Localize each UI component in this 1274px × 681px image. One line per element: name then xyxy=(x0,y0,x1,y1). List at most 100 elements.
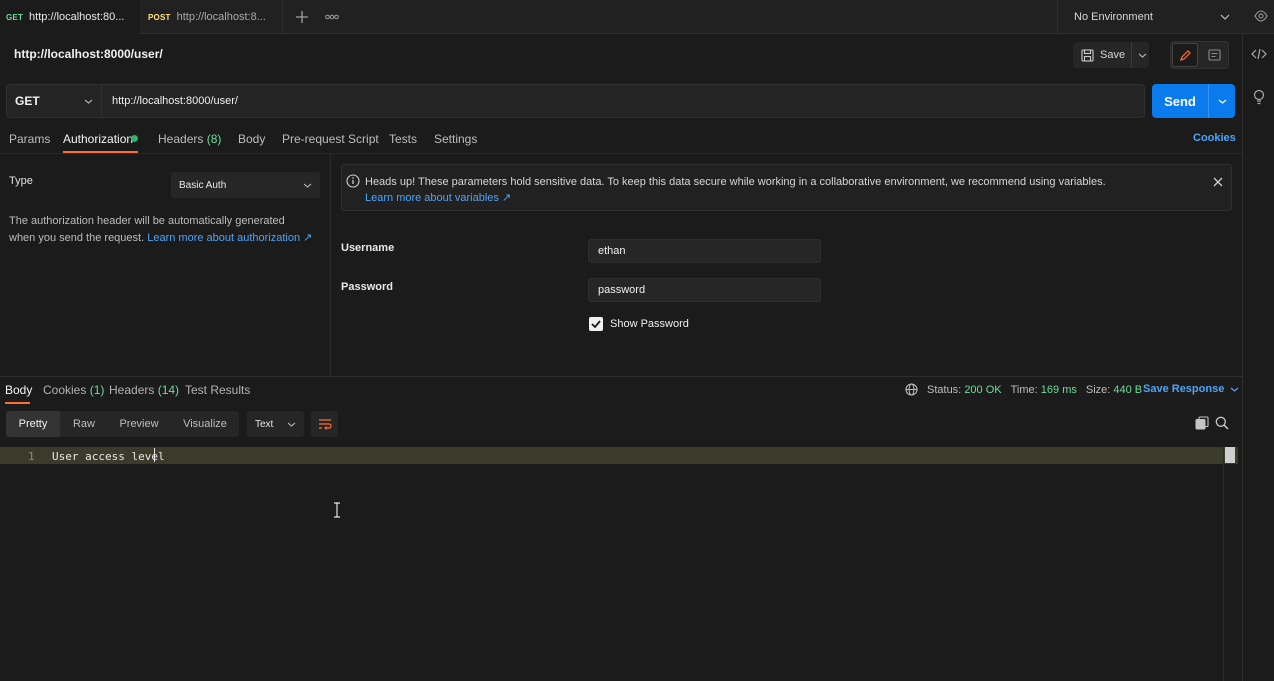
learn-more-authorization-link[interactable]: Learn more about authorization ↗ xyxy=(147,232,312,244)
time-label: Time: xyxy=(1010,383,1038,396)
save-options-chevron-icon[interactable] xyxy=(1131,42,1147,68)
show-password-toggle[interactable]: Show Password xyxy=(589,317,689,331)
documentation-mode-icon[interactable] xyxy=(1201,43,1227,67)
lightbulb-info-icon[interactable] xyxy=(1252,89,1266,105)
banner-text: Heads up! These parameters hold sensitiv… xyxy=(365,174,1106,206)
divider xyxy=(0,153,1242,154)
response-tab-cookies[interactable]: Cookies (1) xyxy=(43,383,104,397)
view-raw[interactable]: Raw xyxy=(62,411,106,437)
editor-current-line xyxy=(0,447,1238,464)
editor-scroll-track xyxy=(1223,447,1224,681)
response-headers-label: Headers xyxy=(109,383,155,397)
username-label: Username xyxy=(341,242,395,254)
search-icon[interactable] xyxy=(1215,416,1229,430)
send-label: Send xyxy=(1164,93,1196,109)
save-label: Save xyxy=(1100,49,1126,61)
response-divider xyxy=(0,376,1242,377)
tab-authorization[interactable]: Authorization xyxy=(63,132,133,146)
save-response-button[interactable]: Save Response xyxy=(1143,383,1239,395)
view-visualize[interactable]: Visualize xyxy=(172,411,238,437)
environment-label: No Environment xyxy=(1074,11,1153,23)
password-field[interactable]: password xyxy=(588,278,821,302)
view-preview[interactable]: Preview xyxy=(108,411,170,437)
size-value: 440 B xyxy=(1113,383,1143,396)
password-value: password xyxy=(598,284,646,296)
username-value: ethan xyxy=(598,245,626,257)
url-value: http://localhost:8000/user/ xyxy=(112,95,238,107)
line-number: 1 xyxy=(28,450,35,463)
method-value: GET xyxy=(15,94,40,108)
url-input[interactable]: http://localhost:8000/user/ xyxy=(101,84,1145,118)
username-field[interactable]: ethan xyxy=(588,239,821,263)
info-icon xyxy=(346,174,360,188)
wrap-lines-icon[interactable] xyxy=(311,411,338,437)
show-password-label: Show Password xyxy=(610,318,689,330)
sensitive-data-banner: Heads up! These parameters hold sensitiv… xyxy=(341,164,1232,211)
method-select[interactable]: GET xyxy=(6,84,102,118)
tab-tests[interactable]: Tests xyxy=(389,132,417,146)
text-caret xyxy=(154,448,155,462)
tab-prerequest-script[interactable]: Pre-request Script xyxy=(282,132,379,146)
tab-settings[interactable]: Settings xyxy=(434,132,477,146)
active-tab-underline xyxy=(5,402,30,404)
auth-description: The authorization header will be automat… xyxy=(9,213,314,247)
checkbox-checked-icon[interactable] xyxy=(589,317,603,331)
tab-headers-count: (8) xyxy=(206,132,222,146)
close-icon[interactable] xyxy=(1213,177,1223,187)
save-button[interactable]: Save xyxy=(1073,42,1149,68)
chevron-down-icon xyxy=(303,183,312,188)
response-tab-body[interactable]: Body xyxy=(5,383,32,397)
globe-icon[interactable] xyxy=(905,383,918,396)
view-pretty[interactable]: Pretty xyxy=(6,411,60,437)
chevron-down-icon xyxy=(1230,387,1239,392)
tab-method-badge: GET xyxy=(6,12,24,22)
format-value: Text xyxy=(255,418,274,430)
response-view-tabs: Pretty Raw Preview Visualize xyxy=(6,411,239,437)
editor-scrollbar-thumb[interactable] xyxy=(1225,447,1235,463)
size-info[interactable]: Size: 440 B xyxy=(1086,384,1142,396)
response-cookies-count: (1) xyxy=(89,383,105,397)
chevron-down-icon xyxy=(84,99,93,104)
environment-quick-look-eye-icon[interactable] xyxy=(1254,10,1268,22)
send-options-chevron-icon[interactable] xyxy=(1208,84,1235,118)
tab-title: http://localhost:80... xyxy=(29,11,125,23)
more-tabs-icon[interactable] xyxy=(325,11,339,23)
response-cookies-label: Cookies xyxy=(43,383,87,397)
copy-icon[interactable] xyxy=(1195,416,1209,430)
auth-type-select[interactable]: Basic Auth xyxy=(171,172,320,198)
right-sidebar xyxy=(1242,34,1274,681)
code-snippet-icon[interactable] xyxy=(1251,48,1267,60)
time-value: 169 ms xyxy=(1040,383,1077,396)
size-label: Size: xyxy=(1085,383,1111,396)
response-format-select[interactable]: Text xyxy=(247,411,304,437)
chevron-down-icon xyxy=(287,422,296,427)
status-value: 200 OK xyxy=(964,383,1002,396)
request-title[interactable]: http://localhost:8000/user/ xyxy=(14,47,163,61)
auth-type-value: Basic Auth xyxy=(179,179,227,191)
tab-headers[interactable]: Headers (8) xyxy=(158,132,221,146)
edit-mode-pencil-icon[interactable] xyxy=(1172,43,1198,67)
banner-message: Heads up! These parameters hold sensitiv… xyxy=(365,176,1106,188)
request-tab-post[interactable]: POST http://localhost:8... xyxy=(142,0,282,34)
time-info[interactable]: Time: 169 ms xyxy=(1011,384,1077,396)
mouse-ibeam-cursor-icon xyxy=(332,502,342,518)
response-status-bar: Status: 200 OK Time: 169 ms Size: 440 B xyxy=(905,383,1142,396)
request-tab-get[interactable]: GET http://localhost:80... xyxy=(0,0,140,34)
cookies-link[interactable]: Cookies xyxy=(1193,132,1236,144)
tab-body[interactable]: Body xyxy=(238,132,265,146)
tab-divider xyxy=(282,0,283,34)
status-label: Status: xyxy=(927,383,962,396)
response-body-text[interactable]: User access level xyxy=(52,450,165,463)
response-tab-test-results[interactable]: Test Results xyxy=(185,383,250,397)
new-tab-plus-icon[interactable] xyxy=(295,10,309,24)
chevron-down-icon xyxy=(1220,14,1230,20)
status-info[interactable]: Status: 200 OK xyxy=(927,384,1002,396)
send-button[interactable]: Send xyxy=(1152,84,1235,118)
panel-divider xyxy=(330,154,331,376)
tab-params[interactable]: Params xyxy=(9,132,50,146)
auth-type-label: Type xyxy=(9,175,33,187)
learn-more-variables-link[interactable]: Learn more about variables ↗ xyxy=(365,190,1106,206)
environment-select[interactable]: No Environment xyxy=(1057,0,1242,34)
response-tab-headers[interactable]: Headers (14) xyxy=(109,383,179,397)
tab-title: http://localhost:8... xyxy=(176,11,266,23)
